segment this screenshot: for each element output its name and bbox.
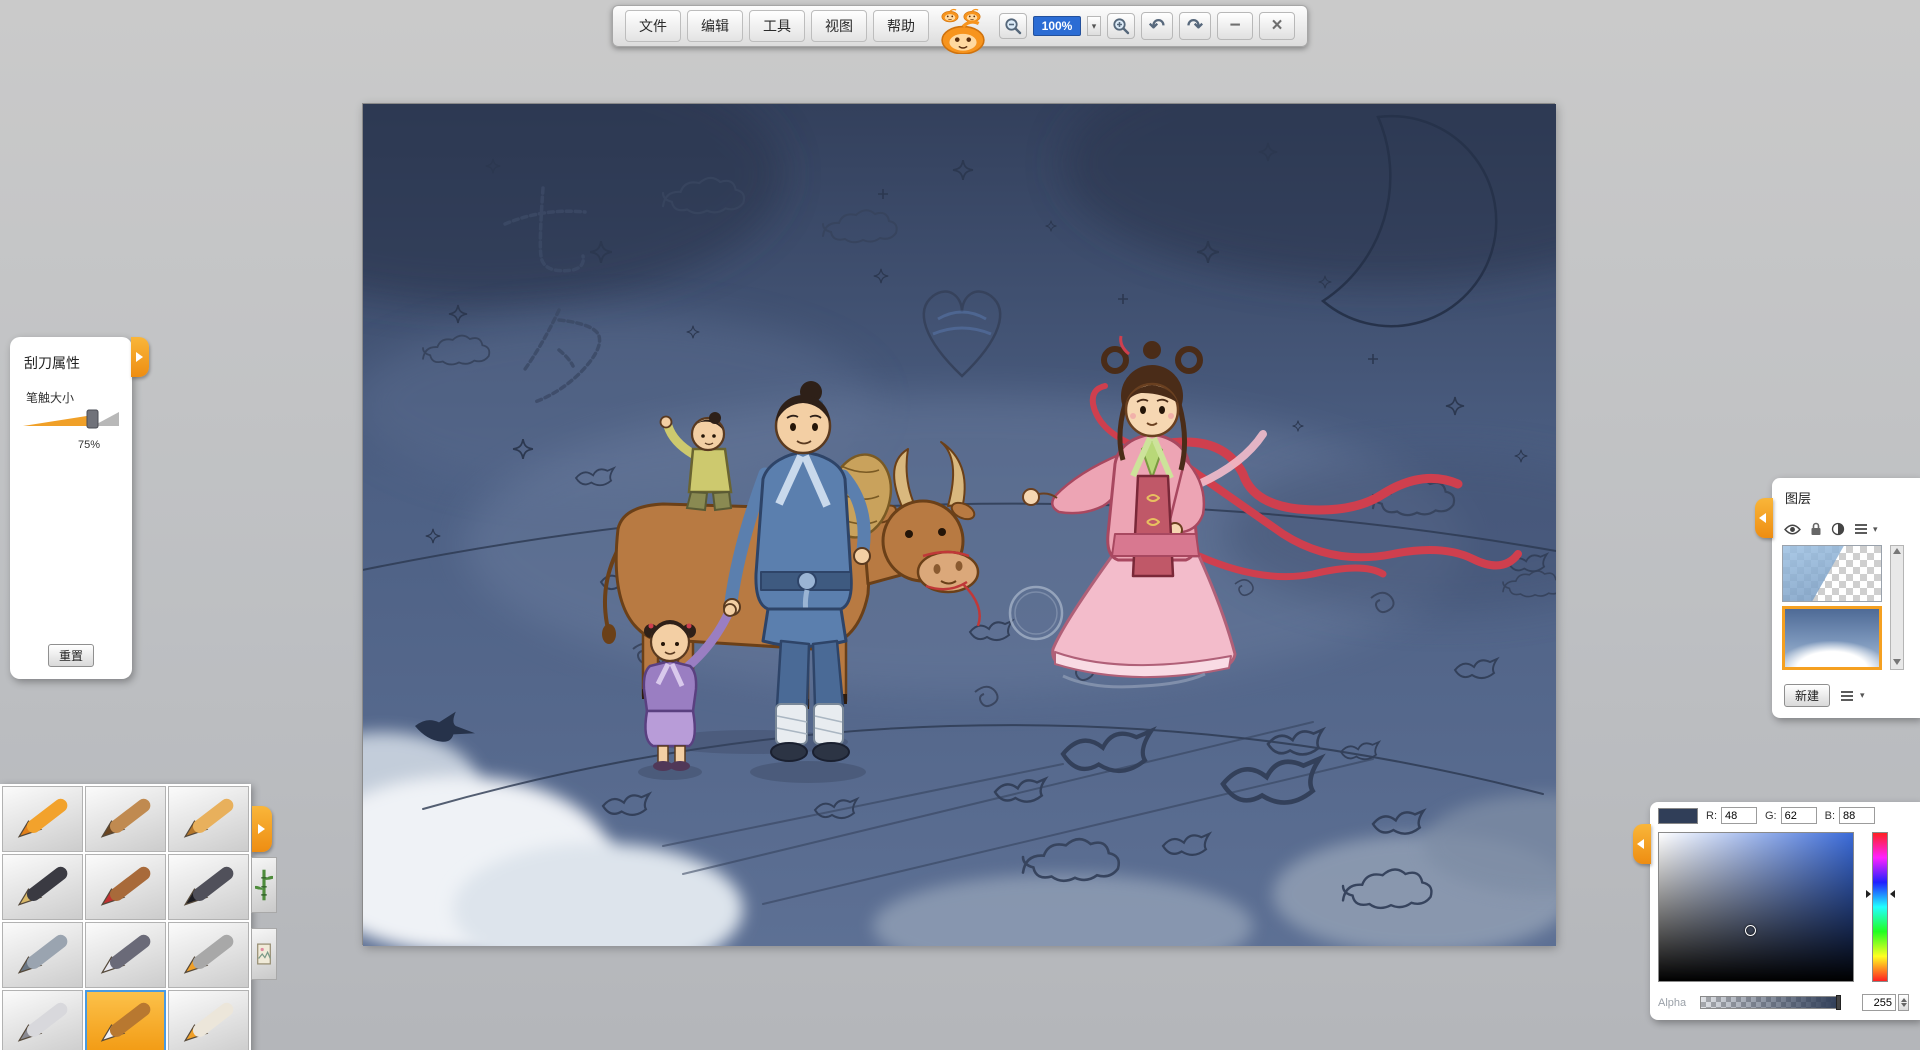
brush-size-slider[interactable] xyxy=(23,409,119,429)
layers-toolbar: ▾ xyxy=(1784,522,1878,536)
layer-thumbnail-sketch[interactable] xyxy=(1782,545,1882,602)
tool-paint-roller[interactable] xyxy=(168,922,249,988)
tool-marker[interactable] xyxy=(168,786,249,852)
picture-scroll-tile[interactable] xyxy=(251,928,277,980)
tools-palette-collapse-tab[interactable] xyxy=(252,806,272,852)
alpha-slider[interactable] xyxy=(1700,996,1840,1009)
alpha-spinner[interactable] xyxy=(1898,994,1909,1011)
tools-palette xyxy=(0,784,280,1050)
redo-button[interactable]: ↷ xyxy=(1179,12,1211,40)
blue-label: B: xyxy=(1825,810,1835,822)
layer-blend-contrast-icon[interactable] xyxy=(1831,522,1845,536)
pencil-icon xyxy=(97,796,155,842)
layers-scrollbar[interactable] xyxy=(1890,545,1904,670)
scroll-up-icon[interactable] xyxy=(1893,548,1901,554)
green-label: G: xyxy=(1765,810,1777,822)
zoom-level-input[interactable] xyxy=(1033,16,1081,36)
palette-knife-icon xyxy=(97,932,155,978)
tool-airbrush[interactable] xyxy=(2,922,83,988)
tool-paintbrush[interactable] xyxy=(85,854,166,920)
tool-eraser[interactable] xyxy=(168,990,249,1050)
alpha-label: Alpha xyxy=(1658,997,1686,1009)
layer-visibility-eye-icon[interactable] xyxy=(1784,523,1801,536)
layers-panel: 图层 ▾ 新建 xyxy=(1772,478,1920,718)
scraper-properties-panel: 刮刀属性 笔触大小 75% 重置 xyxy=(10,337,132,679)
paintbrush-icon xyxy=(97,864,155,910)
red-label: R: xyxy=(1706,810,1717,822)
picture-scroll-icon xyxy=(255,941,273,967)
color-picker-panel: R: G: B: Alpha xyxy=(1650,802,1920,1020)
app-logo-slot xyxy=(935,5,993,47)
menu-file[interactable]: 文件 xyxy=(625,10,681,42)
layers-footer-menu-icon[interactable] xyxy=(1840,690,1854,702)
zoom-in-icon xyxy=(1112,17,1130,35)
menu-tools[interactable]: 工具 xyxy=(749,10,805,42)
zoom-in-button[interactable] xyxy=(1107,13,1135,39)
color-panel-collapse-tab[interactable] xyxy=(1633,824,1651,864)
paint-tube-icon xyxy=(14,1000,72,1046)
zoom-dropdown-button[interactable]: ▾ xyxy=(1087,16,1101,36)
tool-fountain-pen[interactable] xyxy=(2,854,83,920)
hue-marker-right-icon[interactable] xyxy=(1890,890,1895,898)
brush-size-label: 笔触大小 xyxy=(26,389,74,406)
tool-palette-knife[interactable] xyxy=(85,922,166,988)
marker-icon xyxy=(180,796,238,842)
scroll-down-icon[interactable] xyxy=(1893,659,1901,665)
saturation-value-picker[interactable] xyxy=(1658,832,1854,982)
zoom-out-icon xyxy=(1004,17,1022,35)
tool-paint-tube[interactable] xyxy=(2,990,83,1050)
spinner-up-icon xyxy=(1901,998,1907,1002)
alpha-slider-handle[interactable] xyxy=(1836,995,1841,1010)
layer-menu-caret-icon[interactable]: ▾ xyxy=(1873,524,1878,535)
tool-grid xyxy=(0,784,251,1050)
minimize-button[interactable]: − xyxy=(1217,12,1253,40)
hue-slider[interactable] xyxy=(1872,832,1888,982)
hue-marker-left-icon[interactable] xyxy=(1866,890,1871,898)
app-mascot-logo xyxy=(940,18,986,54)
scraper-icon xyxy=(97,1000,155,1046)
blue-value-input[interactable] xyxy=(1839,807,1875,824)
close-button[interactable]: × xyxy=(1259,12,1295,40)
layers-panel-title: 图层 xyxy=(1785,488,1811,507)
bamboo-tool-tile[interactable] xyxy=(251,857,277,913)
red-value-input[interactable] xyxy=(1721,807,1757,824)
scraper-panel-title: 刮刀属性 xyxy=(24,353,80,373)
bamboo-icon xyxy=(255,865,273,905)
tool-scraper-selected[interactable] xyxy=(85,990,166,1050)
menu-help[interactable]: 帮助 xyxy=(873,10,929,42)
undo-button[interactable]: ↶ xyxy=(1141,12,1173,40)
sv-picker-cursor[interactable] xyxy=(1745,925,1756,936)
paint-app-screen: 文件 编辑 工具 视图 帮助 ▾ xyxy=(0,0,1920,1050)
menu-edit[interactable]: 编辑 xyxy=(687,10,743,42)
paint-roller-icon xyxy=(180,932,238,978)
layer-lock-icon[interactable] xyxy=(1810,522,1822,536)
airbrush-icon xyxy=(14,932,72,978)
layers-footer-caret-icon[interactable]: ▾ xyxy=(1860,690,1865,701)
ink-brush-icon xyxy=(180,864,238,910)
tool-pencil[interactable] xyxy=(85,786,166,852)
fountain-pen-icon xyxy=(14,864,72,910)
tool-crayon[interactable] xyxy=(2,786,83,852)
alpha-value-input[interactable] xyxy=(1862,994,1896,1011)
layer1-preview xyxy=(1783,546,1881,601)
spinner-down-icon xyxy=(1901,1003,1907,1007)
brush-size-value: 75% xyxy=(78,439,100,451)
brush-size-slider-handle[interactable] xyxy=(87,410,98,428)
top-toolbar: 文件 编辑 工具 视图 帮助 ▾ xyxy=(612,5,1308,47)
drawing-canvas[interactable] xyxy=(362,103,1555,945)
layer-thumbnail-background-selected[interactable] xyxy=(1782,606,1882,670)
layer2-preview-cloud xyxy=(1782,641,1882,670)
menu-view[interactable]: 视图 xyxy=(811,10,867,42)
zoom-out-button[interactable] xyxy=(999,13,1027,39)
green-value-input[interactable] xyxy=(1781,807,1817,824)
eraser-icon xyxy=(180,1000,238,1046)
layer-menu-list-icon[interactable] xyxy=(1854,523,1868,535)
reset-button[interactable]: 重置 xyxy=(48,644,94,667)
crayon-icon xyxy=(14,796,72,842)
scraper-panel-collapse-tab[interactable] xyxy=(131,337,149,377)
tool-ink-brush[interactable] xyxy=(168,854,249,920)
new-layer-button[interactable]: 新建 xyxy=(1784,684,1830,707)
current-color-swatch xyxy=(1658,808,1698,824)
layers-panel-collapse-tab[interactable] xyxy=(1755,498,1773,538)
